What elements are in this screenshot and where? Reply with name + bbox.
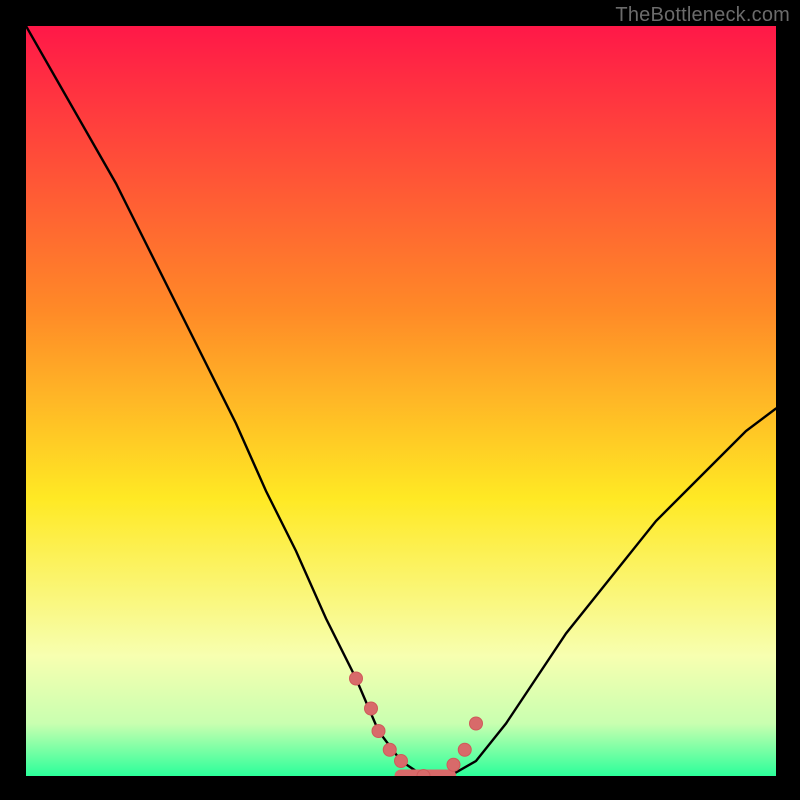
curve-marker <box>383 743 396 756</box>
curve-marker <box>372 725 385 738</box>
curve-marker <box>447 758 460 771</box>
curve-marker <box>470 717 483 730</box>
curve-marker <box>365 702 378 715</box>
chart-svg <box>26 26 776 776</box>
curve-marker <box>350 672 363 685</box>
curve-marker <box>458 743 471 756</box>
chart-stage: TheBottleneck.com <box>0 0 800 800</box>
curve-marker <box>395 755 408 768</box>
gradient-background <box>26 26 776 776</box>
plot-area <box>26 26 776 776</box>
watermark-text: TheBottleneck.com <box>615 4 790 27</box>
